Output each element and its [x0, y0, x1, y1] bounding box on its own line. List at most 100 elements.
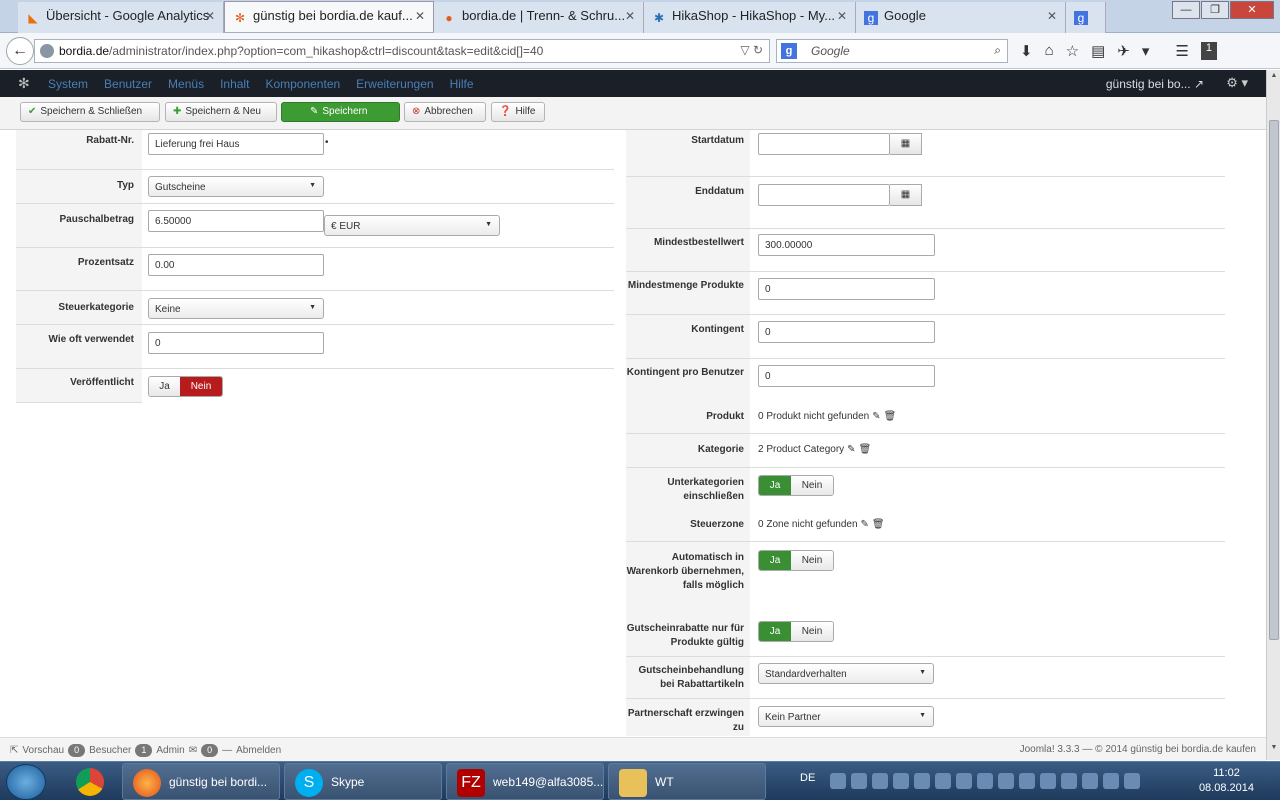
- taskbar-item-filezilla[interactable]: FZ web149@alfa3085...: [446, 763, 604, 800]
- subcategories-yes-button[interactable]: Ja: [759, 476, 791, 495]
- subcategories-no-button[interactable]: Nein: [791, 476, 833, 495]
- maximize-button[interactable]: ❐: [1201, 1, 1229, 19]
- tab-google-analytics[interactable]: ◣ Übersicht - Google Analytics ✕: [18, 2, 224, 33]
- close-icon[interactable]: ✕: [415, 9, 425, 23]
- tab-google[interactable]: g Google ✕: [856, 2, 1066, 33]
- menu-users[interactable]: Benutzer: [104, 77, 152, 91]
- close-icon[interactable]: ✕: [625, 9, 635, 23]
- language-indicator[interactable]: DE: [800, 772, 815, 784]
- calendar-icon[interactable]: ▦: [890, 184, 922, 206]
- tray-app-icon[interactable]: [1019, 773, 1035, 789]
- tray-app-icon[interactable]: [872, 773, 888, 789]
- tray-app-icon[interactable]: [956, 773, 972, 789]
- type-select[interactable]: Gutscheine ▼: [148, 176, 324, 197]
- voucher-products-no-button[interactable]: Nein: [791, 622, 833, 641]
- voucher-products-yes-button[interactable]: Ja: [759, 622, 791, 641]
- mail-icon[interactable]: ✉: [189, 745, 197, 756]
- tray-app-icon[interactable]: [851, 773, 867, 789]
- window-close-button[interactable]: ✕: [1230, 1, 1274, 19]
- tab-new-google[interactable]: g: [1066, 2, 1106, 33]
- site-link[interactable]: günstig bei bo... ↗: [1106, 77, 1204, 91]
- published-yes-button[interactable]: Ja: [149, 377, 180, 396]
- auto-cart-yes-button[interactable]: Ja: [759, 551, 791, 570]
- start-button[interactable]: [6, 764, 46, 800]
- tray-app-icon[interactable]: [1124, 773, 1140, 789]
- close-icon[interactable]: ✕: [1047, 9, 1057, 23]
- trash-icon[interactable]: 🗑: [884, 411, 897, 422]
- menu-menus[interactable]: Menüs: [168, 77, 204, 91]
- vertical-scrollbar[interactable]: ▲ ▼: [1266, 70, 1280, 760]
- taskbar-item-skype[interactable]: S Skype: [284, 763, 442, 800]
- extension-icon[interactable]: 1: [1200, 42, 1217, 60]
- calendar-icon[interactable]: ▦: [890, 133, 922, 155]
- tray-app-icon[interactable]: [1103, 773, 1119, 789]
- end-date-input[interactable]: [758, 184, 890, 206]
- search-bar[interactable]: g Google ⌕: [776, 39, 1008, 63]
- bookmark-star-icon[interactable]: ☆: [1066, 42, 1079, 60]
- network-icon[interactable]: [1061, 773, 1077, 789]
- taskbar-item-folder[interactable]: WT: [608, 763, 766, 800]
- taskbar-item-firefox[interactable]: günstig bei bordi...: [122, 763, 280, 800]
- pencil-icon[interactable]: ✎: [847, 444, 855, 455]
- tray-app-icon[interactable]: [1040, 773, 1056, 789]
- scrollbar-thumb[interactable]: [1269, 120, 1279, 640]
- bookmarks-list-icon[interactable]: ▤: [1091, 42, 1105, 60]
- menu-components[interactable]: Komponenten: [265, 77, 340, 91]
- addon-dropdown-icon[interactable]: ▾: [1142, 42, 1150, 60]
- cancel-button[interactable]: ⊗ Abbrechen: [404, 102, 486, 122]
- flat-amount-input[interactable]: 6.50000: [148, 210, 324, 232]
- currency-select[interactable]: € EUR ▼: [324, 215, 500, 236]
- quota-per-user-input[interactable]: 0: [758, 365, 935, 387]
- home-icon[interactable]: ⌂: [1045, 42, 1054, 60]
- close-icon[interactable]: ✕: [205, 9, 215, 23]
- menu-extensions[interactable]: Erweiterungen: [356, 77, 433, 91]
- addon-icon[interactable]: ✈: [1117, 42, 1130, 60]
- trash-icon[interactable]: 🗑: [859, 444, 872, 455]
- tab-bordia-shop[interactable]: ● bordia.de | Trenn- & Schru... ✕: [434, 2, 644, 33]
- quota-input[interactable]: 0: [758, 321, 935, 343]
- tray-app-icon[interactable]: [893, 773, 909, 789]
- close-icon[interactable]: ✕: [837, 9, 847, 23]
- tray-app-icon[interactable]: [977, 773, 993, 789]
- chrome-taskbar-button[interactable]: [64, 763, 116, 800]
- url-bar[interactable]: bordia.de/administrator/index.php?option…: [34, 39, 770, 63]
- tray-app-icon[interactable]: [935, 773, 951, 789]
- download-icon[interactable]: ⬇: [1020, 42, 1033, 60]
- tray-app-icon[interactable]: [998, 773, 1014, 789]
- used-times-input[interactable]: 0: [148, 332, 324, 354]
- voucher-handling-select[interactable]: Standardverhalten ▼: [758, 663, 934, 684]
- search-icon[interactable]: ⌕: [994, 43, 1001, 58]
- back-button[interactable]: ←: [6, 37, 34, 65]
- menu-icon[interactable]: ☰: [1175, 42, 1188, 60]
- auto-cart-no-button[interactable]: Nein: [791, 551, 833, 570]
- start-date-input[interactable]: [758, 133, 890, 155]
- preview-link[interactable]: Vorschau: [22, 745, 64, 756]
- save-button[interactable]: ✎ Speichern: [281, 102, 400, 122]
- tab-joomla-admin[interactable]: ✻ günstig bei bordia.de kauf... ✕: [224, 1, 434, 32]
- menu-content[interactable]: Inhalt: [220, 77, 249, 91]
- tray-app-icon[interactable]: [914, 773, 930, 789]
- trash-icon[interactable]: 🗑: [872, 519, 885, 530]
- published-no-button[interactable]: Nein: [180, 377, 222, 396]
- logout-link[interactable]: Abmelden: [236, 745, 281, 756]
- gear-icon[interactable]: ⚙ ▾: [1226, 75, 1248, 91]
- tab-hikashop[interactable]: ✱ HikaShop - HikaShop - My... ✕: [644, 2, 856, 33]
- pencil-icon[interactable]: ✎: [861, 519, 869, 530]
- save-new-button[interactable]: ✚ Speichern & Neu: [165, 102, 277, 122]
- reload-icon[interactable]: ▽ ↻: [740, 43, 763, 57]
- save-close-button[interactable]: ✔ Speichern & Schließen: [20, 102, 160, 122]
- tax-category-select[interactable]: Keine ▼: [148, 298, 324, 319]
- menu-help[interactable]: Hilfe: [450, 77, 474, 91]
- code-input[interactable]: Lieferung frei Haus: [148, 133, 324, 155]
- joomla-logo-icon[interactable]: ✻: [18, 75, 30, 92]
- pencil-icon[interactable]: ✎: [872, 411, 880, 422]
- percent-input[interactable]: 0.00: [148, 254, 324, 276]
- partner-select[interactable]: Kein Partner ▼: [758, 706, 934, 727]
- volume-icon[interactable]: [1082, 773, 1098, 789]
- min-quantity-input[interactable]: 0: [758, 278, 935, 300]
- tray-app-icon[interactable]: [830, 773, 846, 789]
- scroll-up-arrow-icon[interactable]: ▲: [1268, 72, 1280, 86]
- clock[interactable]: 11:02 08.08.2014: [1199, 766, 1254, 796]
- min-order-input[interactable]: 300.00000: [758, 234, 935, 256]
- help-button[interactable]: ❓ Hilfe: [491, 102, 545, 122]
